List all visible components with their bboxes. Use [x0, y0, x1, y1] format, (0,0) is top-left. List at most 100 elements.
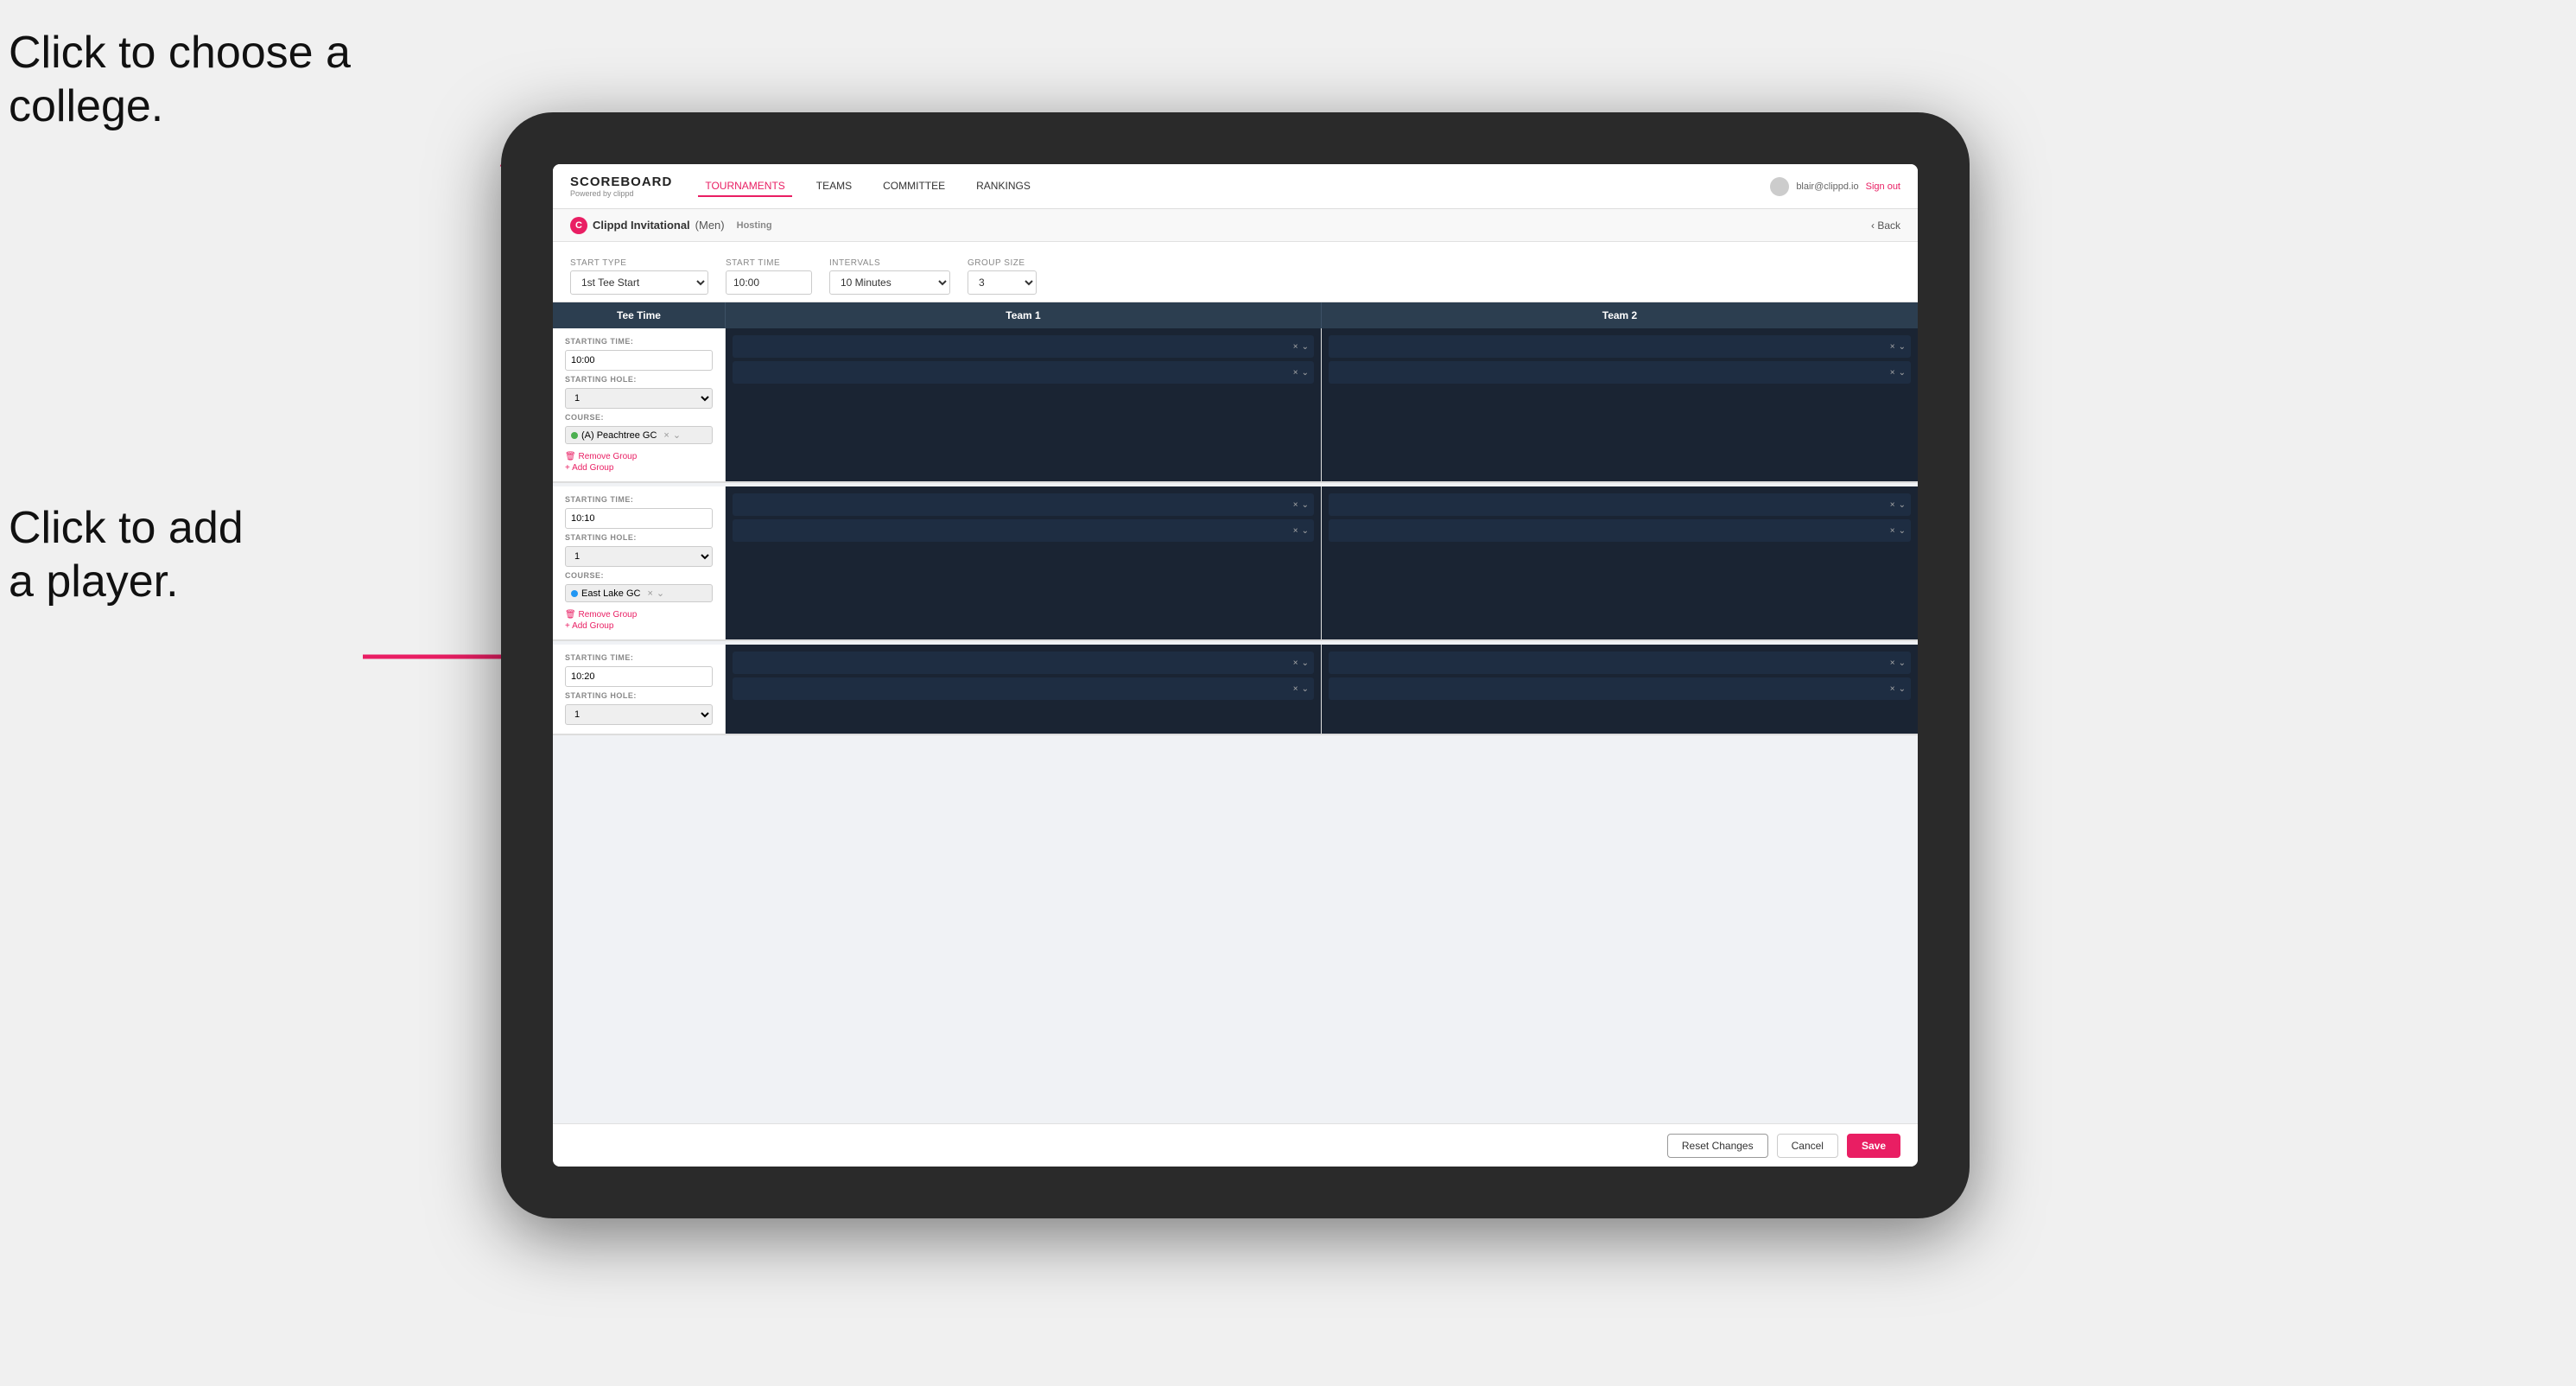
player-chevron-5-2[interactable]: ⌄: [1302, 684, 1309, 694]
player-row-4-1: × ⌄: [1329, 493, 1911, 516]
course-badge-1[interactable]: (A) Peachtree GC × ⌄: [565, 426, 713, 444]
save-button[interactable]: Save: [1847, 1134, 1900, 1158]
remove-group-btn-2[interactable]: 🗑 Remove Group: [565, 610, 713, 620]
player-chevron-6-2[interactable]: ⌄: [1899, 684, 1906, 694]
group-actions-2: 🗑 Remove Group + Add Group: [565, 610, 713, 631]
add-group-btn-2[interactable]: + Add Group: [565, 621, 713, 631]
starting-time-label-2: STARTING TIME:: [565, 495, 713, 504]
brand-title: SCOREBOARD: [570, 175, 672, 189]
remove-group-btn-1[interactable]: 🗑 Remove Group: [565, 452, 713, 461]
starting-hole-select-1[interactable]: 1: [565, 388, 713, 409]
group-size-group: Group Size 3: [968, 258, 1037, 295]
nav-rankings[interactable]: RANKINGS: [969, 176, 1037, 197]
start-time-label: Start Time: [726, 258, 812, 268]
course-chevron-1[interactable]: ⌄: [673, 429, 681, 441]
starting-hole-select-2[interactable]: 1: [565, 546, 713, 567]
user-avatar: [1770, 177, 1789, 196]
player-chevron-4-1[interactable]: ⌄: [1899, 500, 1906, 510]
player-chevron-3-1[interactable]: ⌄: [1302, 500, 1309, 510]
nav-committee[interactable]: COMMITTEE: [876, 176, 952, 197]
event-title: C Clippd Invitational (Men) Hosting: [570, 217, 772, 234]
player-remove-6-2[interactable]: ×: [1890, 684, 1895, 694]
annotation-add-player: Click to add a player.: [9, 501, 244, 609]
intervals-select[interactable]: 10 Minutes: [829, 270, 950, 295]
team1-cell-3: × ⌄ × ⌄: [726, 645, 1322, 734]
start-type-label: Start Type: [570, 258, 708, 268]
cancel-button[interactable]: Cancel: [1777, 1134, 1838, 1158]
player-remove-5-2[interactable]: ×: [1293, 684, 1298, 694]
player-row-3-1: × ⌄: [733, 493, 1314, 516]
player-remove-2-1[interactable]: ×: [1890, 342, 1895, 352]
group-actions-1: 🗑 Remove Group + Add Group: [565, 452, 713, 473]
nav-teams[interactable]: TEAMS: [809, 176, 859, 197]
player-chevron-6-1[interactable]: ⌄: [1899, 658, 1906, 668]
player-row-2-1: × ⌄: [1329, 335, 1911, 358]
group-left-1: STARTING TIME: STARTING HOLE: 1 COURSE: …: [553, 328, 726, 481]
course-dot-2: [571, 590, 578, 597]
starting-time-input-2[interactable]: [565, 508, 713, 529]
player-chevron-5-1[interactable]: ⌄: [1302, 658, 1309, 668]
clippd-icon: C: [570, 217, 587, 234]
powered-by: Powered by clippd: [570, 189, 672, 198]
player-row-3-2: × ⌄: [733, 519, 1314, 542]
back-button[interactable]: ‹ Back: [1871, 219, 1900, 232]
starting-hole-label-3: STARTING HOLE:: [565, 691, 713, 700]
table-header: Tee Time Team 1 Team 2: [553, 302, 1918, 328]
player-remove-1-1[interactable]: ×: [1293, 342, 1298, 352]
player-row-5-1: × ⌄: [733, 652, 1314, 674]
col-team2: Team 2: [1322, 302, 1918, 328]
player-row-1-1: × ⌄: [733, 335, 1314, 358]
col-tee-time: Tee Time: [553, 302, 726, 328]
course-label-2: COURSE:: [565, 571, 713, 580]
starting-time-input-3[interactable]: [565, 666, 713, 687]
player-chevron-1-2[interactable]: ⌄: [1302, 368, 1309, 378]
player-remove-6-1[interactable]: ×: [1890, 658, 1895, 668]
player-chevron-2-1[interactable]: ⌄: [1899, 342, 1906, 352]
starting-hole-label-1: STARTING HOLE:: [565, 375, 713, 384]
starting-time-input-1[interactable]: [565, 350, 713, 371]
player-chevron-2-2[interactable]: ⌄: [1899, 368, 1906, 378]
reset-button[interactable]: Reset Changes: [1667, 1134, 1768, 1158]
player-chevron-3-2[interactable]: ⌄: [1302, 526, 1309, 536]
team2-cell-3: × ⌄ × ⌄: [1322, 645, 1918, 734]
course-badge-2[interactable]: East Lake GC × ⌄: [565, 584, 713, 602]
start-time-input[interactable]: [726, 270, 812, 295]
player-remove-2-2[interactable]: ×: [1890, 368, 1895, 378]
hosting-badge: Hosting: [737, 220, 772, 231]
player-remove-5-1[interactable]: ×: [1293, 658, 1298, 668]
player-remove-3-2[interactable]: ×: [1293, 526, 1298, 536]
player-remove-4-1[interactable]: ×: [1890, 500, 1895, 510]
player-remove-3-1[interactable]: ×: [1293, 500, 1298, 510]
group-row-3: STARTING TIME: STARTING HOLE: 1 × ⌄ × ⌄: [553, 645, 1918, 735]
sign-out[interactable]: Sign out: [1866, 181, 1900, 192]
player-remove-4-2[interactable]: ×: [1890, 526, 1895, 536]
add-group-btn-1[interactable]: + Add Group: [565, 463, 713, 473]
nav-user: blair@clippd.io Sign out: [1770, 177, 1900, 196]
course-chevron-2[interactable]: ⌄: [657, 588, 664, 599]
starting-hole-select-3[interactable]: 1: [565, 704, 713, 725]
team2-cell-1: × ⌄ × ⌄: [1322, 328, 1918, 481]
group-size-select[interactable]: 3: [968, 270, 1037, 295]
player-row-1-2: × ⌄: [733, 361, 1314, 384]
player-chevron-1-1[interactable]: ⌄: [1302, 342, 1309, 352]
nav-links: TOURNAMENTS TEAMS COMMITTEE RANKINGS: [698, 176, 1770, 197]
event-name: Clippd Invitational: [593, 219, 690, 232]
starting-hole-label-2: STARTING HOLE:: [565, 533, 713, 542]
team1-cell-1: × ⌄ × ⌄: [726, 328, 1322, 481]
player-chevron-4-2[interactable]: ⌄: [1899, 526, 1906, 536]
start-type-group: Start Type 1st Tee Start: [570, 258, 708, 295]
footer-bar: Reset Changes Cancel Save: [553, 1123, 1918, 1167]
event-gender: (Men): [695, 219, 725, 232]
nav-tournaments[interactable]: TOURNAMENTS: [698, 176, 791, 197]
course-remove-2[interactable]: ×: [647, 588, 652, 599]
course-remove-1[interactable]: ×: [663, 430, 669, 441]
course-label-1: COURSE:: [565, 413, 713, 422]
player-row-6-1: × ⌄: [1329, 652, 1911, 674]
player-remove-1-2[interactable]: ×: [1293, 368, 1298, 378]
col-team1: Team 1: [726, 302, 1322, 328]
group-row-2: STARTING TIME: STARTING HOLE: 1 COURSE: …: [553, 486, 1918, 641]
settings-row: Start Type 1st Tee Start Start Time Inte…: [553, 242, 1918, 302]
player-row-5-2: × ⌄: [733, 677, 1314, 700]
sub-header: C Clippd Invitational (Men) Hosting ‹ Ba…: [553, 209, 1918, 242]
start-type-select[interactable]: 1st Tee Start: [570, 270, 708, 295]
